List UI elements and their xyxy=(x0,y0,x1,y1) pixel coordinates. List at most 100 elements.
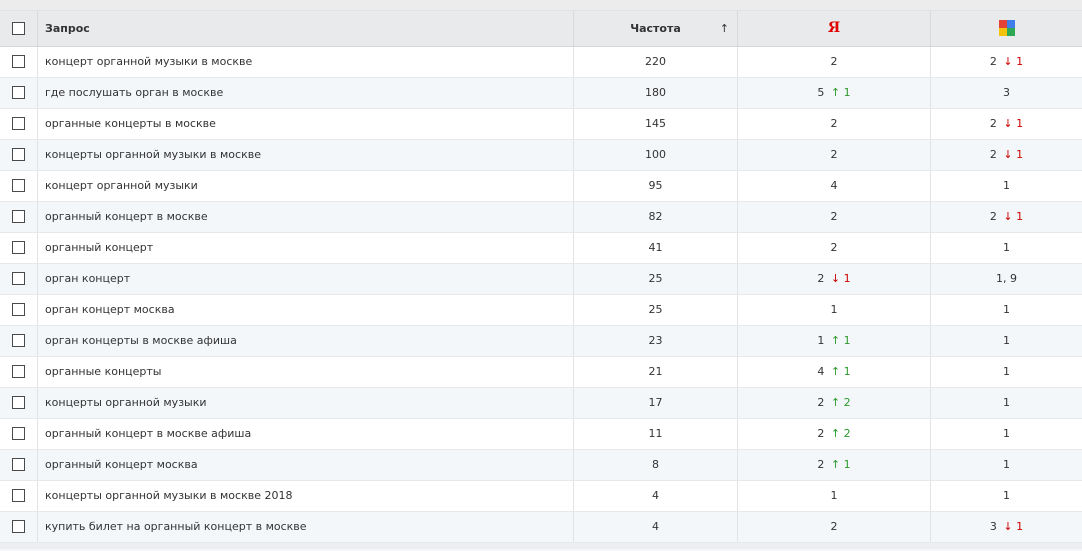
row-select-cell xyxy=(0,511,38,543)
row-checkbox[interactable] xyxy=(12,241,25,255)
google-position-value: 1 xyxy=(1003,179,1010,192)
frequency-cell: 82 xyxy=(573,201,738,233)
google-change-indicator: ↓ 1 xyxy=(1003,210,1023,223)
row-checkbox[interactable] xyxy=(12,179,25,193)
row-checkbox[interactable] xyxy=(12,427,25,441)
row-select-cell xyxy=(0,356,38,388)
table-row: органный концерт в москве 82 2 2 ↓ 1 xyxy=(0,201,1082,233)
yandex-change-indicator: ↓ 1 xyxy=(831,272,851,285)
yandex-change-indicator: ↑ 1 xyxy=(831,334,851,347)
query-cell: где послушать орган в москве xyxy=(37,77,574,109)
row-checkbox[interactable] xyxy=(12,489,25,503)
yandex-position-cell: 2 xyxy=(737,201,931,233)
frequency-cell: 4 xyxy=(573,511,738,543)
yandex-position-cell: 5 ↑ 1 xyxy=(737,77,931,109)
table-row: органный концерт в москве афиша 11 2 ↑ 2… xyxy=(0,418,1082,450)
google-position-cell: 1 xyxy=(930,449,1082,481)
yandex-position-value: 2 xyxy=(830,520,838,533)
google-position-cell: 2 ↓ 1 xyxy=(930,201,1082,233)
row-select-cell xyxy=(0,449,38,481)
sort-ascending-icon[interactable]: ↑ xyxy=(720,22,729,35)
query-cell: органные концерты xyxy=(37,356,574,388)
frequency-cell: 17 xyxy=(573,387,738,419)
arrow-down-icon: ↓ xyxy=(1003,520,1013,533)
google-position-cell: 2 ↓ 1 xyxy=(930,139,1082,171)
yandex-position-cell: 2 xyxy=(737,139,931,171)
frequency-cell: 180 xyxy=(573,77,738,109)
row-select-cell xyxy=(0,294,38,326)
row-select-cell xyxy=(0,480,38,512)
row-checkbox[interactable] xyxy=(12,272,25,286)
column-header-yandex[interactable]: Я xyxy=(737,11,931,47)
google-position-value: 1 xyxy=(1003,489,1010,502)
row-select-cell xyxy=(0,46,38,78)
google-position-value: 3 xyxy=(1003,86,1010,99)
google-position-cell: 2 ↓ 1 xyxy=(930,46,1082,78)
row-checkbox[interactable] xyxy=(12,365,25,379)
arrow-down-icon: ↓ xyxy=(1003,210,1013,223)
column-header-query[interactable]: Запрос xyxy=(37,11,574,47)
query-cell: орган концерт xyxy=(37,263,574,295)
yandex-position-value: 2 xyxy=(830,210,838,223)
row-select-cell xyxy=(0,170,38,202)
row-select-cell xyxy=(0,263,38,295)
table-row: орган концерты в москве афиша 23 1 ↑ 1 1 xyxy=(0,325,1082,357)
google-position-cell: 3 xyxy=(930,77,1082,109)
yandex-position-value: 5 xyxy=(817,86,825,99)
arrow-down-icon: ↓ xyxy=(1003,55,1013,68)
yandex-change-value: 2 xyxy=(843,427,851,440)
row-select-cell xyxy=(0,418,38,450)
yandex-position-cell: 2 xyxy=(737,108,931,140)
query-cell: орган концерт москва xyxy=(37,294,574,326)
row-checkbox[interactable] xyxy=(12,148,25,162)
arrow-up-icon: ↑ xyxy=(830,458,841,471)
row-checkbox[interactable] xyxy=(12,520,25,534)
yandex-position-cell: 1 ↑ 1 xyxy=(737,325,931,357)
frequency-cell: 100 xyxy=(573,139,738,171)
row-select-cell xyxy=(0,77,38,109)
table-row: органный концерт 41 2 1 xyxy=(0,232,1082,264)
google-position-value: 1 xyxy=(1003,396,1010,409)
select-all-checkbox[interactable] xyxy=(12,22,25,35)
yandex-position-cell: 2 xyxy=(737,232,931,264)
query-cell: концерт органной музыки в москве xyxy=(37,46,574,78)
query-cell: органный концерт в москве xyxy=(37,201,574,233)
table-row: концерты органной музыки в москве 2018 4… xyxy=(0,480,1082,512)
column-header-frequency-label: Частота xyxy=(630,21,681,35)
row-checkbox[interactable] xyxy=(12,86,25,100)
frequency-cell: 8 xyxy=(573,449,738,481)
arrow-up-icon: ↑ xyxy=(830,365,841,378)
table-row: органные концерты 21 4 ↑ 1 1 xyxy=(0,356,1082,388)
yandex-position-value: 2 xyxy=(830,55,838,68)
yandex-position-cell: 2 ↑ 1 xyxy=(737,449,931,481)
row-checkbox[interactable] xyxy=(12,396,25,410)
query-cell: органный концерт xyxy=(37,232,574,264)
table-body: концерт органной музыки в москве 220 2 2… xyxy=(0,46,1082,543)
yandex-position-value: 4 xyxy=(830,179,838,192)
row-checkbox[interactable] xyxy=(12,117,25,131)
yandex-position-cell: 1 xyxy=(737,294,931,326)
table-row: концерты органной музыки в москве 100 2 … xyxy=(0,139,1082,171)
row-select-cell xyxy=(0,325,38,357)
row-select-cell xyxy=(0,232,38,264)
google-position-cell: 1 xyxy=(930,232,1082,264)
top-bar xyxy=(0,0,1082,11)
row-checkbox[interactable] xyxy=(12,334,25,348)
frequency-cell: 25 xyxy=(573,263,738,295)
keyword-table: Запрос Частота ↑ Я концерт органной музы… xyxy=(0,11,1082,543)
table-row: где послушать орган в москве 180 5 ↑ 1 3 xyxy=(0,77,1082,109)
google-icon xyxy=(998,20,1015,37)
google-position-value: 2 xyxy=(989,55,997,68)
yandex-position-value: 1 xyxy=(830,303,838,316)
query-cell: концерты органной музыки xyxy=(37,387,574,419)
table-row: орган концерт 25 2 ↓ 1 1, 9 xyxy=(0,263,1082,295)
row-checkbox[interactable] xyxy=(12,458,25,472)
row-checkbox[interactable] xyxy=(12,55,25,69)
table-footer-bar xyxy=(0,542,1082,549)
row-checkbox[interactable] xyxy=(12,210,25,224)
google-position-cell: 1 xyxy=(930,480,1082,512)
google-position-value: 1 xyxy=(1003,334,1010,347)
column-header-google[interactable] xyxy=(930,11,1082,47)
column-header-frequency[interactable]: Частота ↑ xyxy=(573,11,738,47)
row-checkbox[interactable] xyxy=(12,303,25,317)
